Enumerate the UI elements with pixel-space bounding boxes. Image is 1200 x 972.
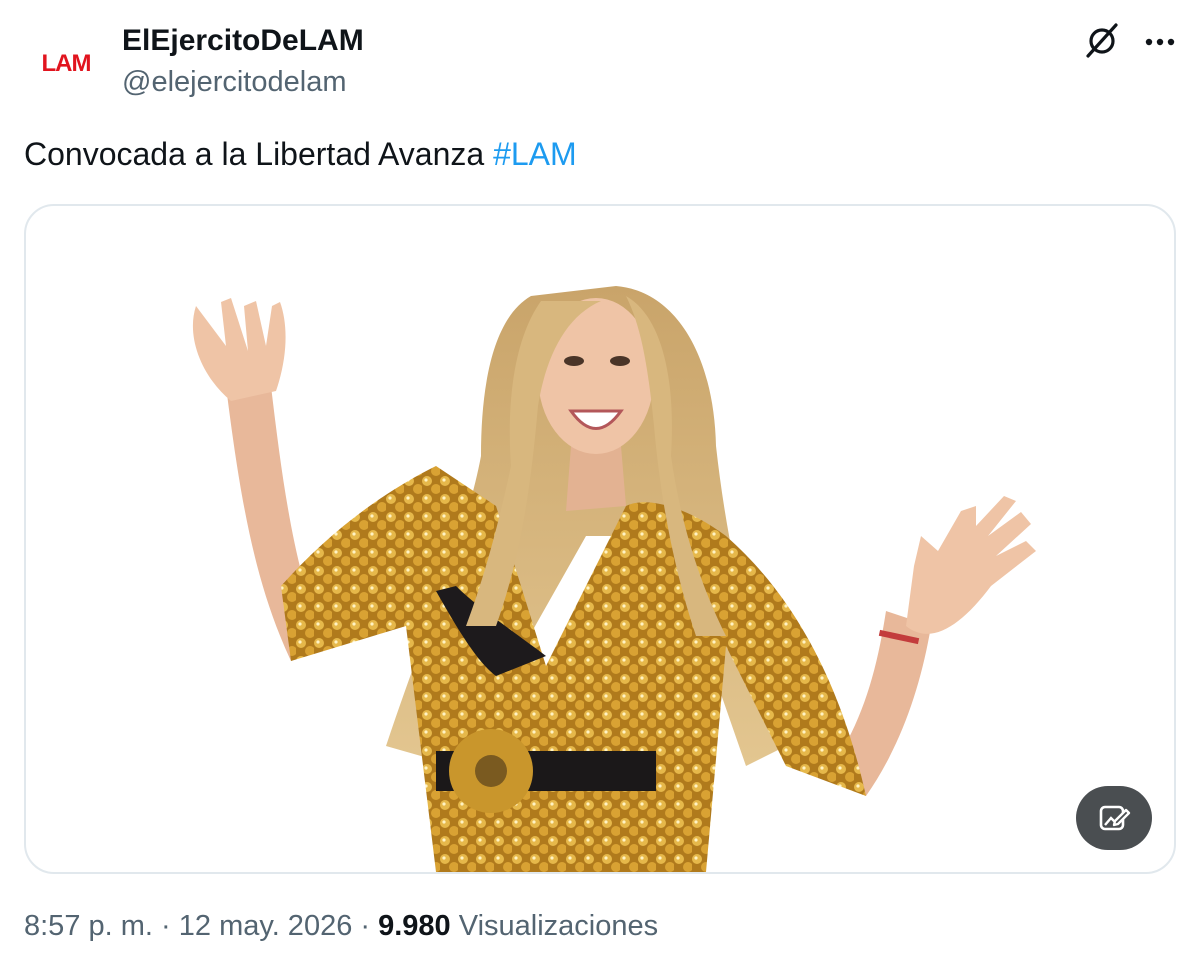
meta-separator: · (352, 910, 379, 942)
hashtag-link[interactable]: #LAM (493, 136, 577, 172)
grok-slash-icon[interactable] (1082, 20, 1122, 60)
author-display-name[interactable]: ElEjercitoDeLAM (122, 24, 364, 58)
views-count: 9.980 (378, 910, 451, 942)
image-edit-button[interactable] (1076, 786, 1152, 850)
tweet-date[interactable]: 12 may. 2026 (179, 910, 353, 942)
views-label: Visualizaciones (450, 910, 659, 942)
meta-separator: · (152, 910, 179, 942)
tweet-body: Convocada a la Libertad Avanza (24, 136, 494, 172)
tweet-time[interactable]: 8:57 p. m. (24, 910, 153, 942)
more-dots-icon[interactable] (1140, 22, 1180, 62)
tweet-media-photo[interactable] (24, 204, 1176, 874)
avatar-logo-text: LAM (41, 50, 92, 77)
author-handle[interactable]: @elejercitodelam (122, 66, 346, 99)
image-edit-icon (1099, 805, 1131, 831)
tweet-meta: 8:57 p. m. · 12 may. 2026 · 9.980 Visual… (24, 910, 658, 943)
tweet-text: Convocada a la Libertad Avanza #LAM (24, 136, 577, 173)
woman-in-gold-sequins-photo (192, 286, 1036, 872)
avatar[interactable]: LAM (24, 22, 108, 106)
